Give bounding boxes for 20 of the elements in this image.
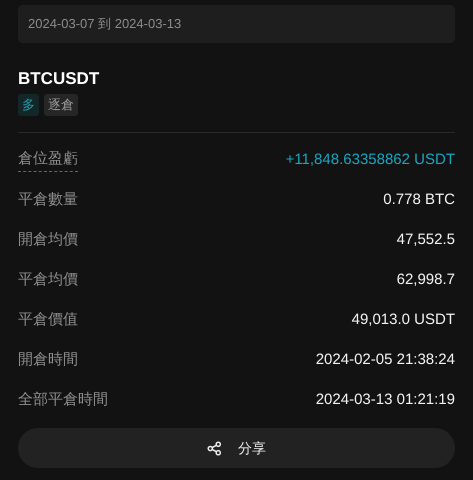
row-label: 開倉時間 bbox=[18, 350, 78, 370]
share-icon bbox=[207, 440, 222, 456]
row-value: 2024-02-05 21:38:24 bbox=[316, 350, 455, 370]
row-label: 平倉均價 bbox=[18, 270, 78, 290]
share-button[interactable]: 分享 bbox=[18, 428, 455, 468]
row-value: 2024-03-13 01:21:19 bbox=[316, 390, 455, 410]
row-label: 平倉數量 bbox=[18, 190, 78, 210]
symbol-title: BTCUSDT bbox=[18, 69, 100, 89]
row-value: 62,998.7 bbox=[396, 270, 455, 290]
row-value: +11,848.63358862 USDT bbox=[286, 150, 455, 170]
row-label: 倉位盈虧 bbox=[18, 148, 78, 172]
row-value: 0.778 BTC bbox=[383, 190, 455, 210]
row-label: 平倉價值 bbox=[18, 310, 78, 330]
tag: 多 bbox=[18, 94, 39, 116]
row-label: 開倉均價 bbox=[18, 230, 78, 250]
row-label: 全部平倉時間 bbox=[18, 390, 108, 410]
tag: 逐倉 bbox=[44, 94, 78, 116]
row-value: 49,013.0 USDT bbox=[352, 310, 455, 330]
date-range-field[interactable]: 2024-03-07 到 2024-03-13 bbox=[18, 5, 455, 43]
row-value: 47,552.5 bbox=[396, 230, 455, 250]
